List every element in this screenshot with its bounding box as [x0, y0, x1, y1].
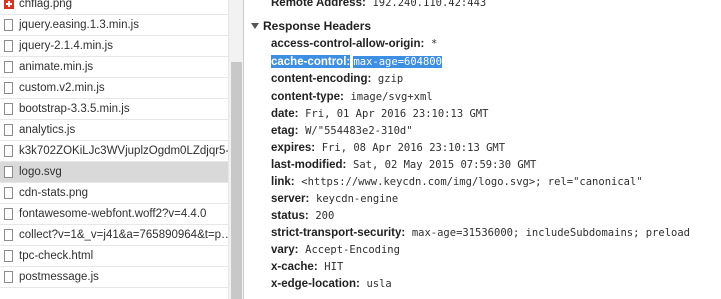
file-row-postmessage[interactable]: postmessage.js — [0, 267, 228, 288]
header-key: cache-control: — [271, 56, 351, 68]
file-row-jquery-easing[interactable]: jquery.easing.1.3.min.js — [0, 15, 228, 36]
header-value: Accept-Encoding — [305, 244, 400, 256]
header-key: content-encoding: — [271, 73, 372, 85]
file-row-font-css[interactable]: k3k702ZOKiLJc3WVjuplzOgdm0LZdjqr5-… — [0, 141, 228, 162]
remote-address-value: 192.240.110.42:443 — [372, 0, 487, 9]
file-name: bootstrap-3.3.5.min.js — [19, 103, 130, 115]
file-icon — [4, 103, 13, 115]
file-row-custom[interactable]: custom.v2.min.js — [0, 78, 228, 99]
file-icon — [4, 61, 13, 73]
header-key: server: — [271, 193, 310, 205]
header-line: x-cache: HIT — [271, 260, 343, 274]
header-key: status: — [271, 210, 309, 222]
header-line: last-modified: Sat, 02 May 2015 07:59:30… — [271, 158, 536, 172]
scrollbar-thumb[interactable] — [231, 62, 242, 299]
file-row-fontawesome[interactable]: fontawesome-webfont.woff2?v=4.4.0 — [0, 204, 228, 225]
file-name: logo.svg — [19, 166, 62, 178]
header-key: link: — [271, 176, 295, 188]
remote-address-key: Remote Address: — [271, 0, 366, 9]
header-value: 200 — [315, 210, 335, 222]
header-key: last-modified: — [271, 159, 347, 171]
file-name: cdn-stats.png — [19, 187, 89, 199]
header-line: content-type: image/svg+xml — [271, 90, 433, 104]
header-key: expires: — [271, 142, 316, 154]
header-key: content-type: — [271, 91, 344, 103]
file-icon — [4, 82, 13, 94]
file-name: jquery-2.1.4.min.js — [19, 40, 113, 52]
file-row-cdn-stats[interactable]: cdn-stats.png — [0, 183, 228, 204]
header-key: x-edge-location: — [271, 278, 360, 290]
header-key: date: — [271, 108, 299, 120]
remote-address-line: Remote Address: 192.240.110.42:443 — [271, 0, 486, 10]
favicon-icon — [4, 0, 14, 9]
header-key: vary: — [271, 244, 299, 256]
file-name: jquery.easing.1.3.min.js — [19, 19, 139, 31]
file-icon — [4, 187, 13, 199]
file-name: tpc-check.html — [19, 250, 94, 262]
file-icon — [4, 166, 13, 178]
file-icon — [4, 145, 13, 157]
file-icon — [4, 250, 13, 262]
file-list-scrollbar[interactable] — [228, 0, 243, 299]
header-key: etag: — [271, 125, 299, 137]
file-icon — [4, 271, 13, 283]
file-name: analytics.js — [19, 124, 76, 136]
header-value: <https://www.keycdn.com/img/logo.svg>; r… — [301, 176, 643, 188]
header-value: Sat, 02 May 2015 07:59:30 GMT — [353, 159, 537, 171]
file-icon — [4, 19, 13, 31]
header-key: x-cache: — [271, 261, 318, 273]
header-value: keycdn-engine — [316, 193, 399, 205]
response-headers-toggle[interactable]: Response Headers — [251, 19, 371, 34]
header-line: content-encoding: gzip — [271, 72, 403, 86]
header-key: access-control-allow-origin: — [271, 38, 425, 50]
header-line: link: <https://www.keycdn.com/img/logo.s… — [271, 175, 643, 189]
file-name: collect?v=1&_v=j41&a=765890964&t=p… — [19, 229, 228, 241]
header-value: max-age=31536000; includeSubdomains; pre… — [411, 227, 690, 239]
triangle-down-icon — [251, 23, 259, 29]
header-value: Fri, 01 Apr 2016 23:10:13 GMT — [305, 108, 489, 120]
network-file-list: chflag.png jquery.easing.1.3.min.js jque… — [0, 0, 228, 299]
file-name: fontawesome-webfont.woff2?v=4.4.0 — [19, 208, 207, 220]
header-value: HIT — [324, 261, 344, 273]
header-line: x-edge-location: usla — [271, 277, 392, 291]
header-line: vary: Accept-Encoding — [271, 243, 400, 257]
file-name: custom.v2.min.js — [19, 82, 105, 94]
file-row-jquery[interactable]: jquery-2.1.4.min.js — [0, 36, 228, 57]
file-row-analytics[interactable]: analytics.js — [0, 120, 228, 141]
header-line: expires: Fri, 08 Apr 2016 23:10:13 GMT — [271, 141, 505, 155]
header-line: strict-transport-security: max-age=31536… — [271, 226, 690, 240]
header-value: max-age=604800 — [353, 56, 442, 68]
header-value: W/"554483e2-310d" — [305, 125, 413, 137]
file-name: chflag.png — [19, 0, 73, 10]
file-icon — [4, 208, 13, 220]
file-name: animate.min.js — [19, 61, 94, 73]
file-row-chflag[interactable]: chflag.png — [0, 0, 228, 15]
header-line: status: 200 — [271, 209, 334, 223]
file-row-logo-svg[interactable]: logo.svg — [0, 162, 228, 183]
header-line: server: keycdn-engine — [271, 192, 398, 206]
file-row-tpc-check[interactable]: tpc-check.html — [0, 246, 228, 267]
header-value: Fri, 08 Apr 2016 23:10:13 GMT — [321, 142, 506, 154]
header-line: date: Fri, 01 Apr 2016 23:10:13 GMT — [271, 107, 488, 121]
file-row-collect[interactable]: collect?v=1&_v=j41&a=765890964&t=p… — [0, 225, 228, 246]
file-name: k3k702ZOKiLJc3WVjuplzOgdm0LZdjqr5-… — [19, 145, 228, 157]
file-icon — [4, 124, 13, 136]
request-details-pane: Remote Address: 192.240.110.42:443 Respo… — [244, 0, 721, 299]
file-row-bootstrap[interactable]: bootstrap-3.3.5.min.js — [0, 99, 228, 120]
header-value: gzip — [377, 73, 404, 85]
header-value: image/svg+xml — [350, 91, 433, 103]
header-line: etag: W/"554483e2-310d" — [271, 124, 413, 138]
header-line: access-control-allow-origin: * — [271, 37, 437, 51]
header-key: strict-transport-security: — [271, 227, 406, 239]
file-icon — [4, 229, 13, 241]
file-icon — [4, 40, 13, 52]
header-line-highlighted: cache-control: max-age=604800 — [271, 55, 442, 69]
file-row-animate[interactable]: animate.min.js — [0, 57, 228, 78]
file-name: postmessage.js — [19, 271, 99, 283]
response-headers-title: Response Headers — [263, 19, 372, 33]
header-value: * — [430, 38, 438, 50]
header-value: usla — [366, 278, 392, 290]
